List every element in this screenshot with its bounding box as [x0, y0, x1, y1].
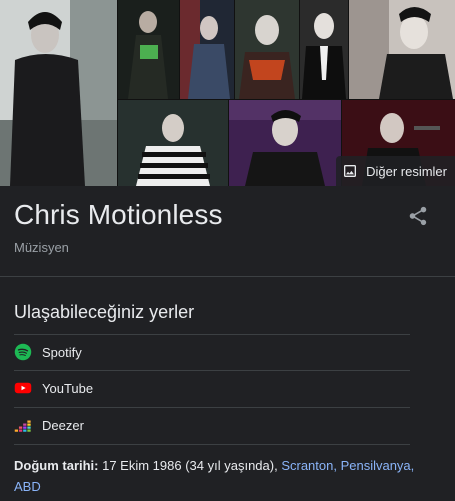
listen-deezer[interactable]: Deezer: [14, 407, 410, 443]
listen-label: Deezer: [42, 417, 84, 433]
more-images-button[interactable]: Diğer resimler: [336, 156, 455, 186]
youtube-icon: [14, 382, 32, 394]
birth-label: Doğum tarihi:: [14, 458, 99, 473]
image-icon: [344, 165, 357, 177]
birth-value: 17 Ekim 1986 (34 yıl yaşında),: [98, 458, 282, 473]
more-images-label: Diğer resimler: [366, 163, 447, 179]
image-collage: Diğer resimler: [0, 0, 455, 186]
listen-label: Spotify: [42, 344, 82, 360]
birth-fact: Doğum tarihi: 17 Ekim 1986 (34 yıl yaşın…: [14, 455, 424, 497]
photo-6[interactable]: [349, 0, 455, 99]
entity-title: Chris Motionless: [14, 199, 223, 230]
listen-label: YouTube: [42, 380, 94, 396]
spotify-icon: [14, 343, 32, 361]
share-icon[interactable]: [407, 205, 429, 227]
where-to-listen-heading: Ulaşabileceğiniz yerler: [14, 302, 195, 322]
photo-7[interactable]: [118, 100, 228, 186]
photo-3[interactable]: [180, 0, 234, 99]
photo-2[interactable]: [118, 0, 179, 99]
photo-1[interactable]: [0, 0, 117, 186]
listen-spotify[interactable]: Spotify: [14, 334, 410, 370]
photo-5[interactable]: [300, 0, 348, 99]
photo-8[interactable]: [229, 100, 341, 186]
list-divider: [14, 444, 410, 445]
section-divider: [0, 276, 455, 277]
deezer-icon: [14, 420, 31, 432]
listen-youtube[interactable]: YouTube: [14, 370, 410, 406]
entity-subtitle: Müzisyen: [14, 240, 69, 255]
photo-4[interactable]: [235, 0, 299, 99]
